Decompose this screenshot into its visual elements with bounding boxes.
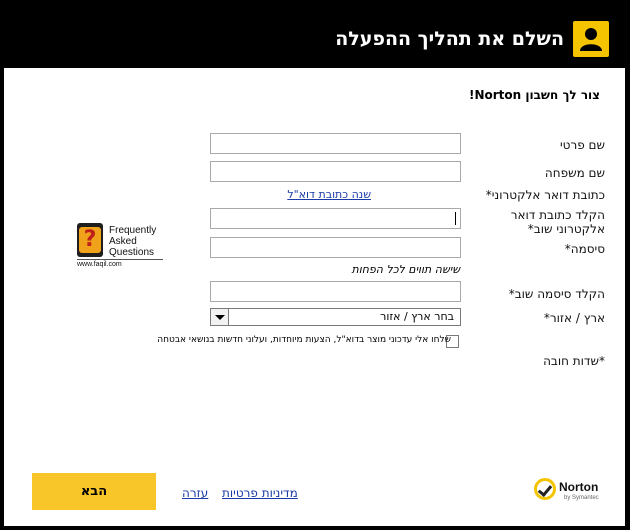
dialog-title: השלם את תהליך ההפעלה	[335, 28, 564, 50]
confirm-password-label: הקלד סיסמה שוב*	[508, 287, 605, 301]
help-link[interactable]: עזרה	[182, 486, 208, 500]
checkmark-icon	[534, 478, 556, 500]
confirm-password-input[interactable]	[210, 281, 461, 302]
first-name-input[interactable]	[210, 133, 461, 154]
password-hint: שישה תווים לכל הפחות	[351, 263, 461, 276]
chevron-down-icon[interactable]	[211, 309, 229, 325]
change-email-link[interactable]: שנה כתובת דוא"ל	[287, 188, 371, 201]
country-select[interactable]: בחר ארץ / אזור	[210, 308, 461, 326]
next-button[interactable]: הבא	[32, 473, 156, 510]
question-mark-icon: ?	[77, 223, 103, 257]
privacy-link[interactable]: מדיניות פרטיות	[222, 486, 298, 500]
last-name-input[interactable]	[210, 161, 461, 182]
content-panel: צור לך חשבון Norton! שם פרטי שם משפחה שנ…	[4, 68, 625, 526]
faq-url: www.faqil.com	[77, 261, 122, 268]
email-label: כתובת דואר אלקטרוני*	[485, 188, 605, 202]
last-name-label: שם משפחה	[544, 166, 605, 180]
divider	[77, 259, 163, 260]
form-heading: צור לך חשבון Norton!	[468, 88, 600, 102]
dialog-header: השלם את תהליך ההפעלה	[0, 0, 630, 68]
country-value: בחר ארץ / אזור	[380, 310, 454, 323]
password-input[interactable]	[210, 237, 461, 258]
faq-logo: ? Frequently Asked Questions www.faqil.c…	[77, 223, 163, 275]
email-input[interactable]	[210, 208, 461, 229]
norton-logo: Norton by Symantec	[534, 478, 606, 506]
newsletter-label: שלחו אלי עדכוני מוצר בדוא"ל, הצעות מיוחד…	[157, 335, 451, 345]
faq-logo-text: Frequently Asked Questions	[109, 225, 157, 258]
country-label: ארץ / אזור*	[543, 311, 605, 325]
text-cursor	[455, 212, 456, 225]
user-icon	[573, 21, 609, 57]
first-name-label: שם פרטי	[559, 138, 605, 152]
confirm-email-label: הקלד כתובת דואר אלקטרוני שוב*	[510, 208, 605, 236]
password-label: סיסמה*	[564, 242, 605, 256]
required-note: *שדות חובה	[543, 354, 605, 368]
